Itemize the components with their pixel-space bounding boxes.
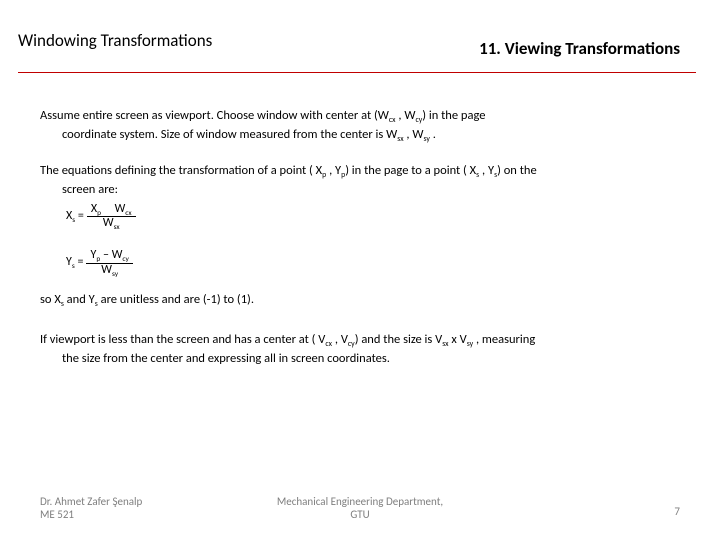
sub: cx xyxy=(389,116,396,125)
sub: p xyxy=(322,171,326,180)
text: . xyxy=(433,127,436,142)
text: W xyxy=(112,248,123,262)
text: The equations defining the transformatio… xyxy=(40,163,313,178)
text: x xyxy=(451,332,459,347)
sub: sx xyxy=(397,135,403,144)
paragraph-if-viewport: If viewport is less than the screen and … xyxy=(40,332,680,367)
text: the size from the center and expressing … xyxy=(40,351,390,366)
text: so xyxy=(40,292,54,307)
equation-ys: Ys = Yp – Wcy Wsy xyxy=(66,249,680,278)
text: screen are: xyxy=(40,182,118,197)
sub: cx xyxy=(325,340,332,349)
equation-xs: Xs = Xp Wcx Wsx xyxy=(66,203,680,232)
text: (W xyxy=(374,108,389,123)
text: GTU xyxy=(350,508,369,521)
text: W xyxy=(103,216,114,230)
paragraph-so: so Xs and Ys are unitless and are (-1) t… xyxy=(40,292,680,311)
paragraph-equations-intro: The equations defining the transformatio… xyxy=(40,163,680,198)
footer-dept: Mechanical Engineering Department, GTU xyxy=(0,495,720,523)
text: ) in the page xyxy=(422,108,485,123)
title-underline xyxy=(18,72,696,73)
footer-page-number: 7 xyxy=(674,505,680,518)
text: V xyxy=(460,332,467,347)
sub: cy xyxy=(122,254,129,263)
text: ) and the size is xyxy=(355,332,435,347)
text: Mechanical Engineering Department, xyxy=(277,495,443,508)
sub: s xyxy=(72,261,75,270)
text: W xyxy=(412,127,423,142)
text: coordinate system. Size of window measur… xyxy=(62,127,386,142)
sub: cy xyxy=(348,340,355,349)
sub: sx xyxy=(114,222,120,231)
sub: s xyxy=(72,215,75,224)
sub: sx xyxy=(442,340,448,349)
slide-title-left: Windowing Transformations xyxy=(18,30,212,51)
text: are unitless and are (-1) to (1). xyxy=(101,292,254,307)
text: and xyxy=(67,292,89,307)
text: = xyxy=(78,255,84,269)
sub: s xyxy=(476,171,479,180)
paragraph-intro: Assume entire screen as viewport. Choose… xyxy=(40,108,680,145)
text: = xyxy=(78,209,84,223)
text: If viewport is less than the screen and … xyxy=(40,332,315,347)
text: W xyxy=(115,202,126,216)
text: – xyxy=(103,248,112,262)
text: Assume entire screen as viewport. Choose… xyxy=(40,108,374,123)
body-content: Assume entire screen as viewport. Choose… xyxy=(40,108,680,368)
sub: p xyxy=(96,254,100,263)
sub: cx xyxy=(125,207,131,216)
text: W xyxy=(101,263,112,277)
text: V xyxy=(341,332,348,347)
sub: sy xyxy=(112,269,118,278)
sub: sy xyxy=(467,340,473,349)
text: ) on the xyxy=(497,163,537,178)
sub: sy xyxy=(423,135,429,144)
sub: s xyxy=(61,300,64,309)
slide-title-right: 11. Viewing Transformations xyxy=(479,38,680,59)
text: , measuring xyxy=(476,332,535,347)
slide: Windowing Transformations 11. Viewing Tr… xyxy=(0,0,720,540)
sub: p xyxy=(97,207,101,216)
text: W xyxy=(386,127,397,142)
sub: s xyxy=(95,300,98,309)
text: ) in the page to a point ( xyxy=(345,163,467,178)
text: W xyxy=(404,108,415,123)
